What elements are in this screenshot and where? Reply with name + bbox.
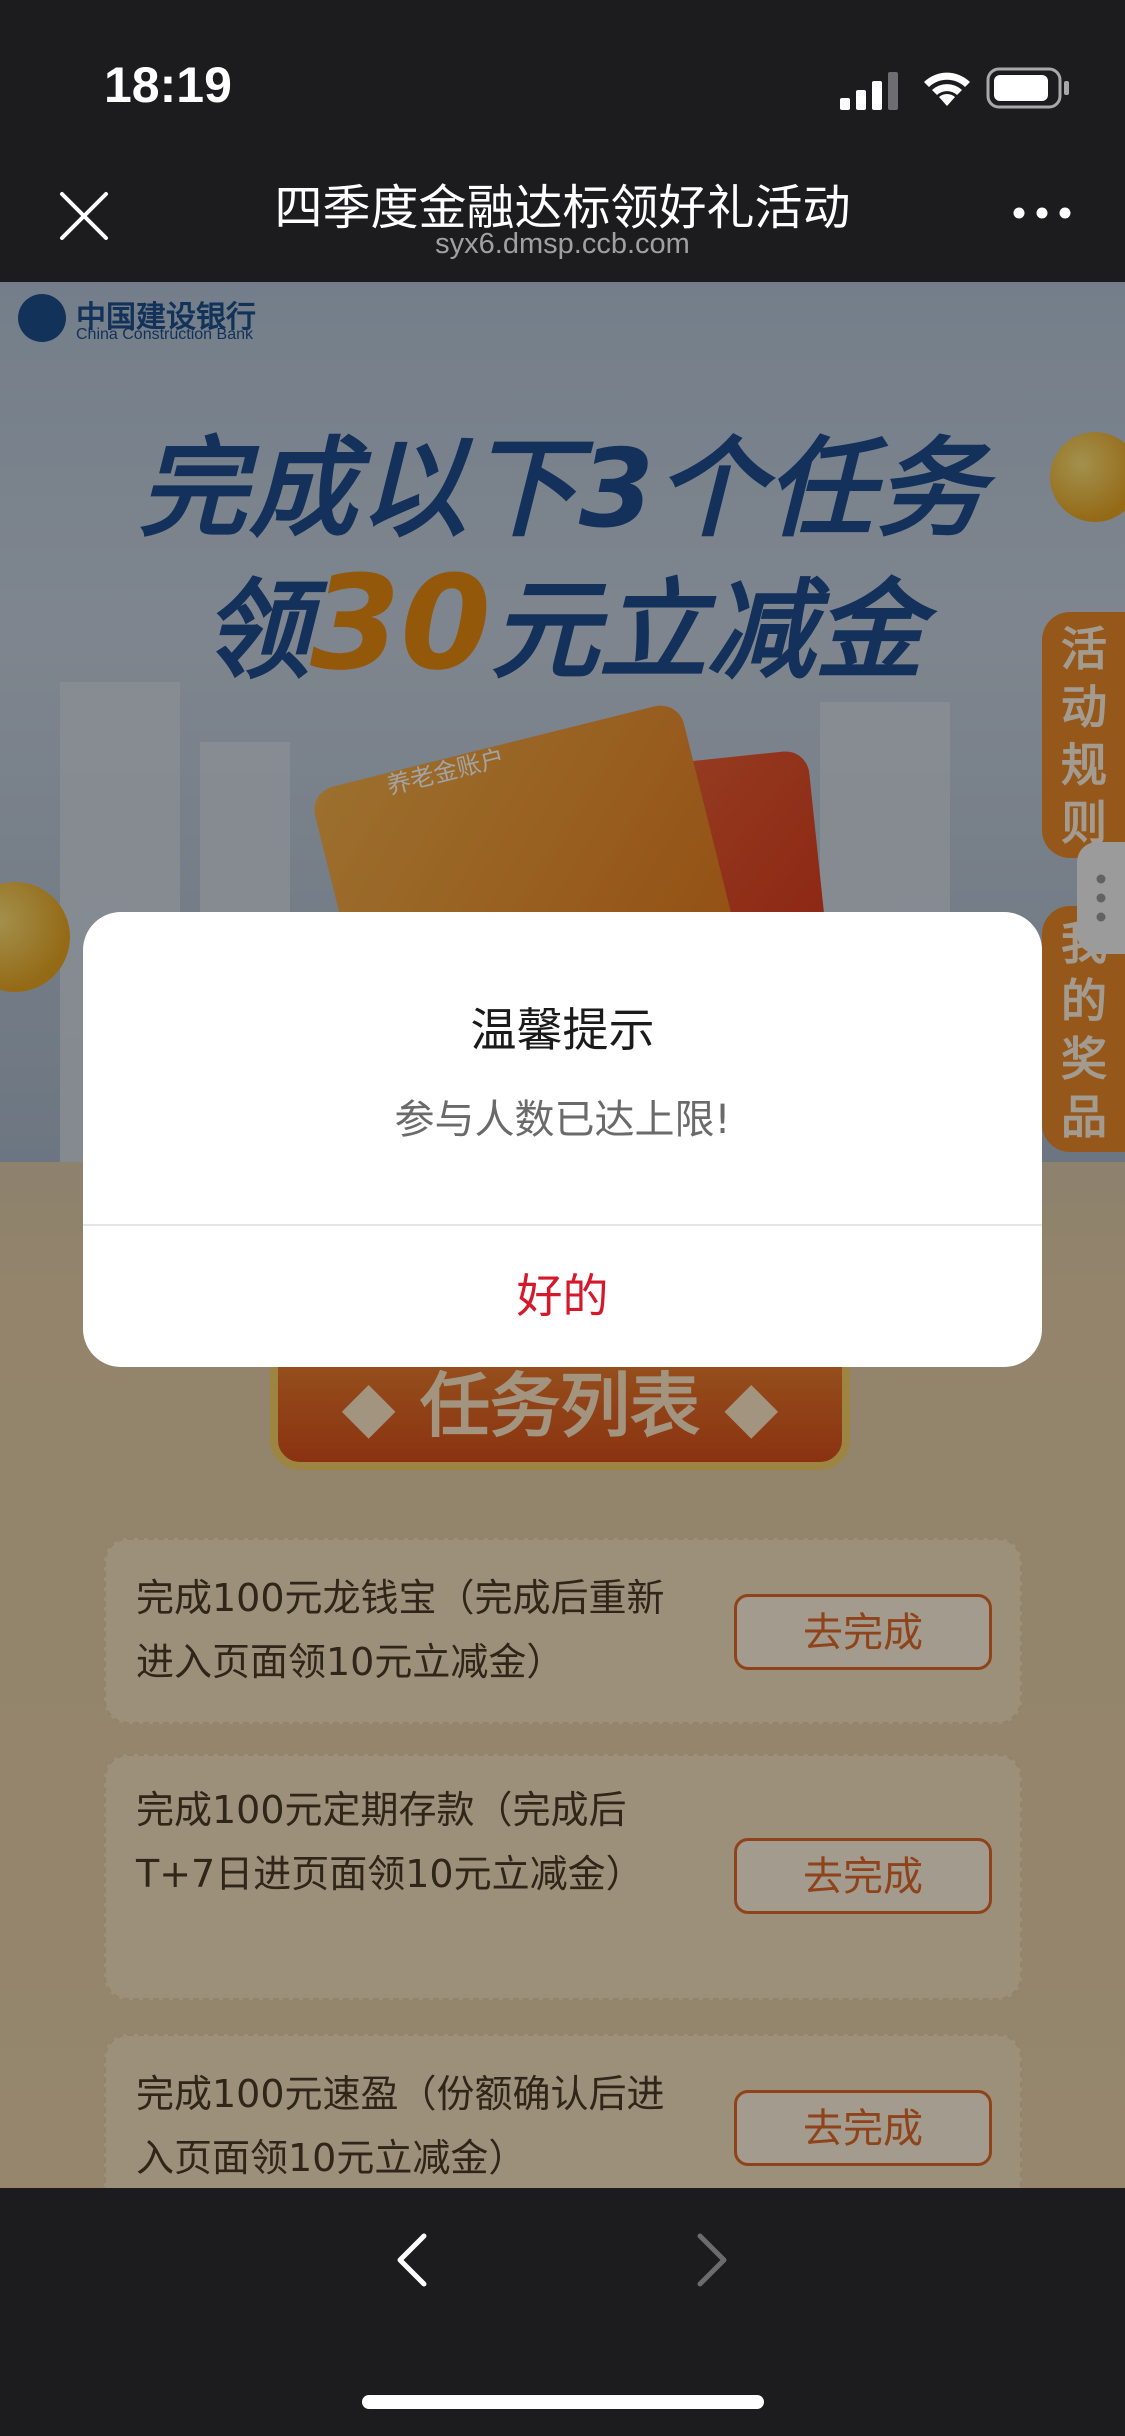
back-arrow-icon[interactable] [396,2232,428,2288]
home-indicator[interactable] [362,2395,764,2409]
dialog-message: 参与人数已达上限! [394,1097,731,1143]
dialog-title: 温馨提示 [470,1003,655,1057]
status-time: 18:19 [104,57,232,113]
battery-icon [986,67,1069,109]
alert-dialog: 温馨提示 参与人数已达上限! 好的 [83,912,1042,1367]
cellular-signal-icon [840,72,898,110]
ok-button[interactable]: 好的 [83,1226,1042,1367]
page-url: syx6.dmsp.ccb.com [435,228,690,260]
wifi-icon [924,72,970,106]
forward-arrow-icon[interactable] [696,2232,728,2288]
more-options-icon[interactable] [1012,206,1072,220]
